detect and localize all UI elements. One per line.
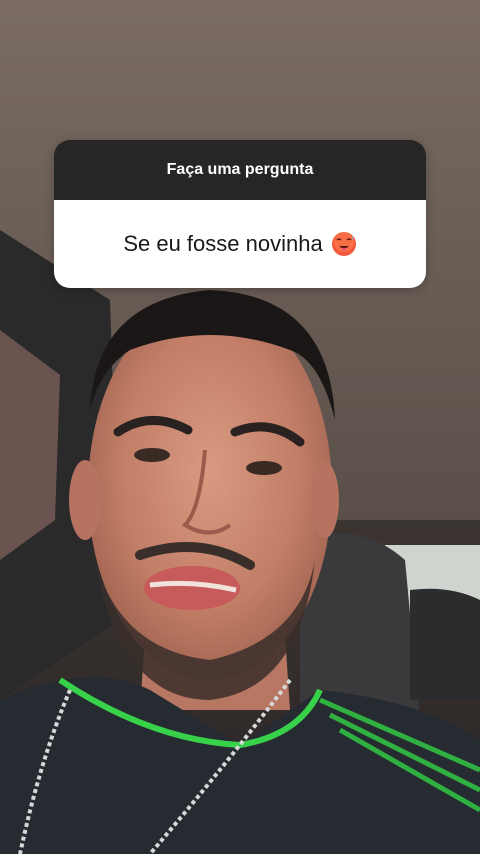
question-sticker[interactable]: Faça uma pergunta Se eu fosse novinha	[54, 140, 426, 288]
story-viewer[interactable]: Faça uma pergunta Se eu fosse novinha	[0, 0, 480, 854]
story-background-image	[0, 0, 480, 854]
question-sticker-header: Faça uma pergunta	[54, 140, 426, 200]
question-answer-text: Se eu fosse novinha	[123, 231, 323, 256]
hot-face-emoji-icon	[331, 231, 357, 257]
question-sticker-answer: Se eu fosse novinha	[54, 200, 426, 288]
